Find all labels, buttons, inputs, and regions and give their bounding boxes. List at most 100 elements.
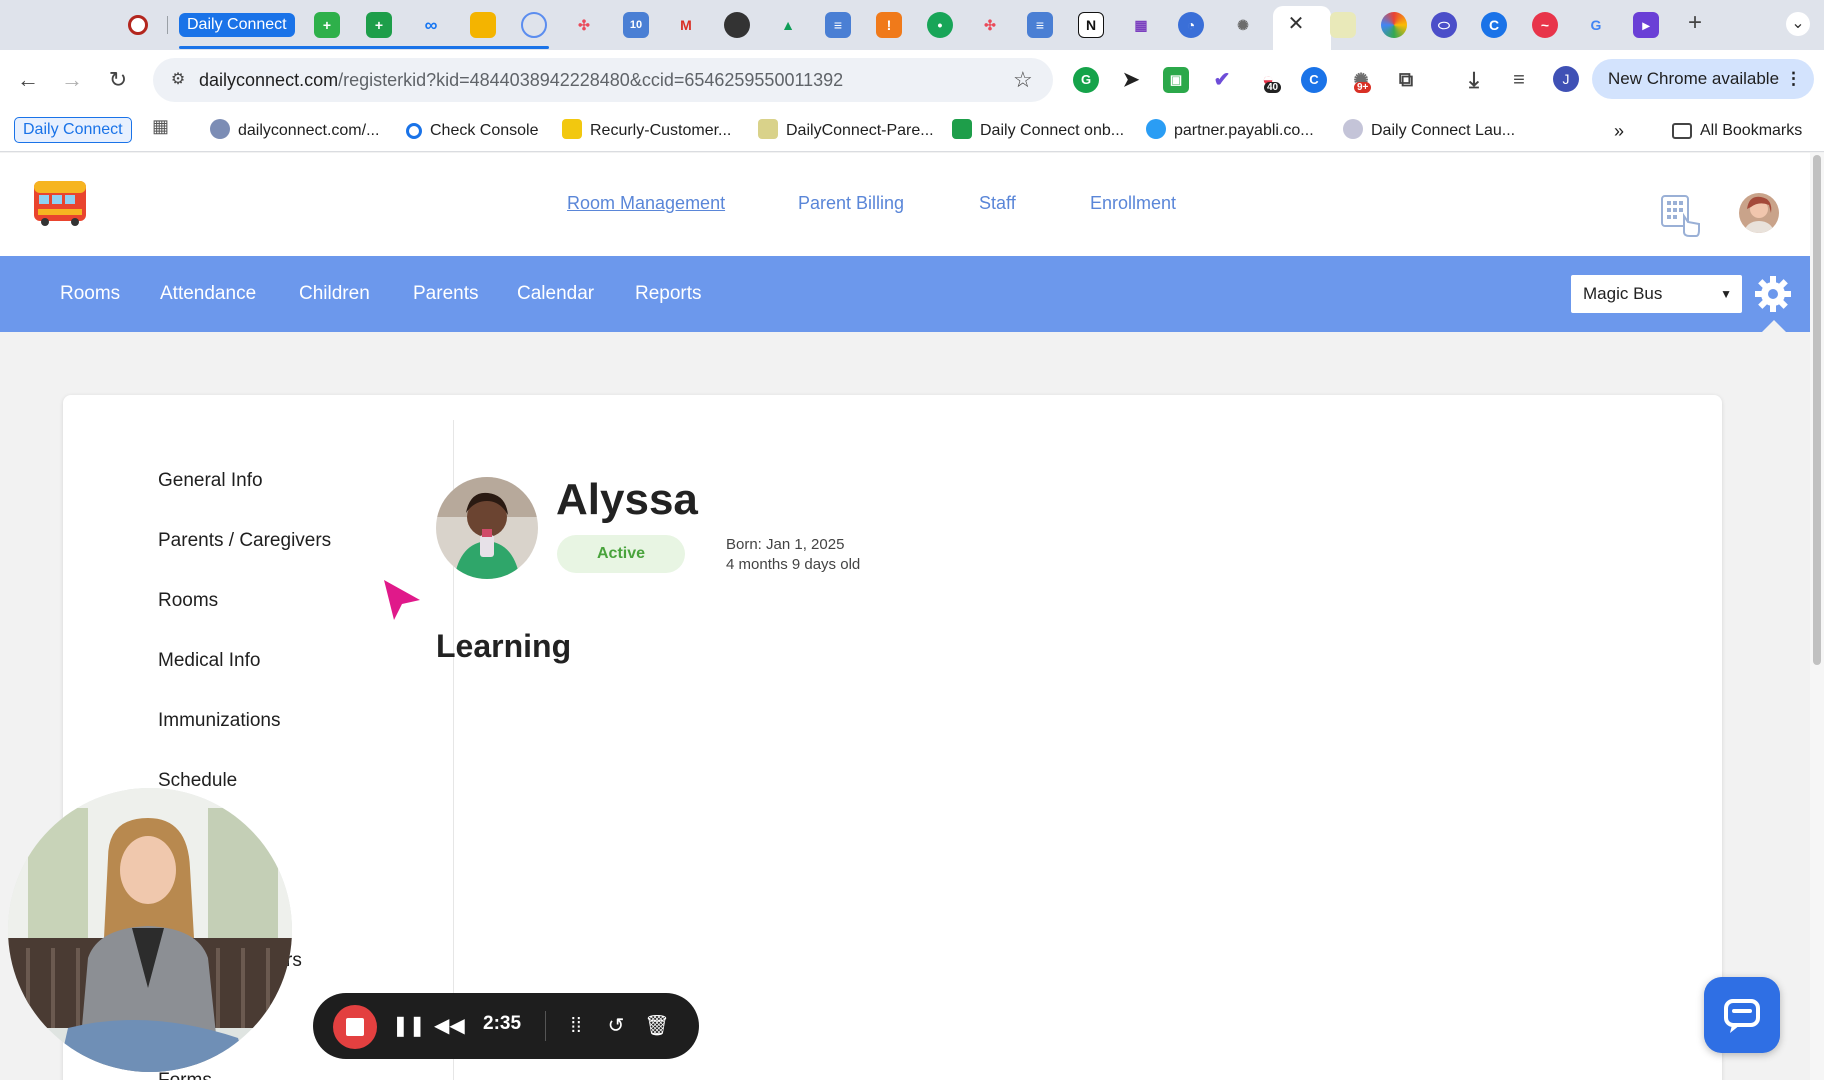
- green-extension-icon[interactable]: ▣: [1163, 67, 1189, 93]
- tab-icon-color-wheel[interactable]: [1381, 12, 1407, 38]
- tab-icon-folder[interactable]: [1330, 12, 1356, 38]
- puzzle-extensions-icon[interactable]: ⧉: [1393, 67, 1419, 93]
- menu-parents-caregivers[interactable]: Parents / Caregivers: [158, 530, 331, 552]
- program-select-value: Magic Bus: [1583, 284, 1663, 303]
- subnav-attendance[interactable]: Attendance: [160, 283, 256, 305]
- tab-daily-connect[interactable]: Daily Connect: [179, 13, 295, 37]
- tab-icon-calendar[interactable]: 10: [623, 12, 649, 38]
- download-icon[interactable]: ⤓: [1461, 67, 1487, 93]
- tab-icon-crosshair-2[interactable]: ✣: [977, 12, 1003, 38]
- more-bookmarks-icon[interactable]: »: [1614, 118, 1624, 144]
- tab-icon-video[interactable]: ▸: [1633, 12, 1659, 38]
- tab-icon-circle[interactable]: [724, 12, 750, 38]
- bookmark-label: partner.payabli.co...: [1174, 122, 1314, 139]
- subnav-rooms[interactable]: Rooms: [60, 283, 120, 305]
- subnav-children[interactable]: Children: [299, 283, 370, 305]
- tab-icon-meta[interactable]: ∞: [418, 12, 444, 38]
- tab-icon-drive[interactable]: ▲: [775, 12, 801, 38]
- address-bar[interactable]: ⚙ dailyconnect.com/registerkid?kid=48440…: [153, 58, 1053, 102]
- bookmark-star-icon[interactable]: ☆: [1013, 67, 1033, 93]
- url-text[interactable]: dailyconnect.com/registerkid?kid=4844038…: [199, 70, 843, 91]
- page-scrollbar[interactable]: [1810, 153, 1824, 1080]
- scrollbar-thumb[interactable]: [1813, 155, 1821, 665]
- bookmark-label: Daily Connect onb...: [980, 122, 1125, 139]
- sheets-icon: [952, 119, 972, 139]
- grammarly-extension-icon[interactable]: G: [1073, 67, 1099, 93]
- tab-icon-plus[interactable]: +: [314, 12, 340, 38]
- magic-bus-logo[interactable]: [30, 175, 90, 227]
- tab-icon-c-blue[interactable]: C: [1481, 12, 1507, 38]
- menu-general-info[interactable]: General Info: [158, 470, 263, 492]
- pause-icon[interactable]: ❚❚: [392, 1012, 426, 1040]
- restart-icon[interactable]: ↺: [602, 1012, 630, 1040]
- tab-search-chevron-icon[interactable]: ⌄: [1786, 12, 1810, 36]
- bookmark-label: Daily Connect Lau...: [1371, 122, 1516, 139]
- new-tab-icon[interactable]: +: [1683, 11, 1707, 36]
- nav-parent-billing[interactable]: Parent Billing: [798, 193, 904, 214]
- back-arrow-icon[interactable]: ←: [14, 66, 42, 94]
- tab-icon-globe[interactable]: [521, 12, 547, 38]
- bookmark-launch[interactable]: Daily Connect Lau...: [1343, 118, 1515, 144]
- menu-forms[interactable]: Forms: [158, 1070, 212, 1080]
- close-tab-icon[interactable]: ✕: [1284, 12, 1308, 36]
- tab-icon-google[interactable]: G: [1583, 12, 1609, 38]
- tab-icon-slides[interactable]: [470, 12, 496, 38]
- reload-icon[interactable]: ↻: [104, 66, 132, 94]
- rewind-icon[interactable]: ◀◀: [434, 1012, 465, 1040]
- program-select[interactable]: Magic Bus ▼: [1571, 275, 1742, 313]
- gear-icon[interactable]: [1753, 274, 1793, 314]
- media-controls-icon[interactable]: ≡: [1506, 67, 1532, 93]
- tab-icon-red[interactable]: ~: [1532, 12, 1558, 38]
- update-label: New Chrome available: [1608, 69, 1780, 88]
- subnav-parents[interactable]: Parents: [413, 283, 478, 305]
- payabli-icon: [1146, 119, 1166, 139]
- menu-rooms[interactable]: Rooms: [158, 590, 218, 612]
- record-tab-icon[interactable]: [128, 15, 148, 35]
- update-chrome-button[interactable]: New Chrome available ⋮: [1592, 59, 1814, 99]
- tab-icon-docs[interactable]: ≡: [825, 12, 851, 38]
- site-settings-icon[interactable]: ⚙: [167, 69, 189, 91]
- bookmark-dailyconnect-pare[interactable]: DailyConnect-Pare...: [758, 118, 934, 144]
- nav-staff[interactable]: Staff: [979, 193, 1016, 214]
- chat-support-icon[interactable]: [1704, 977, 1780, 1053]
- tab-icon-chat[interactable]: ⬭: [1431, 12, 1457, 38]
- bookmark-onboarding[interactable]: Daily Connect onb...: [952, 118, 1124, 144]
- tab-icon-sheets[interactable]: +: [366, 12, 392, 38]
- subnav-reports[interactable]: Reports: [635, 283, 702, 305]
- trash-icon[interactable]: 🗑: [643, 1012, 671, 1040]
- more-menu-icon[interactable]: ⋮: [1785, 59, 1802, 99]
- apps-grid-icon[interactable]: ▦: [152, 116, 174, 138]
- forward-arrow-icon[interactable]: →: [58, 66, 86, 94]
- child-photo[interactable]: [436, 477, 538, 579]
- bookmark-payabli[interactable]: partner.payabli.co...: [1146, 118, 1314, 144]
- tab-icon-docs-2[interactable]: ≡: [1027, 12, 1053, 38]
- draw-tool-icon[interactable]: ⁞⁞: [562, 1012, 590, 1040]
- bookmark-check-console[interactable]: Check Console: [406, 118, 539, 144]
- nav-room-management[interactable]: Room Management: [567, 193, 725, 214]
- nav-enrollment[interactable]: Enrollment: [1090, 193, 1176, 214]
- tab-icon-crosshair[interactable]: ✣: [571, 12, 597, 38]
- menu-immunizations[interactable]: Immunizations: [158, 710, 281, 732]
- kiosk-keypad-icon[interactable]: [1660, 194, 1700, 238]
- subnav-calendar[interactable]: Calendar: [517, 283, 594, 305]
- stop-recording-button[interactable]: [333, 1005, 377, 1049]
- user-avatar[interactable]: [1739, 193, 1779, 233]
- bookmark-recurly[interactable]: Recurly-Customer...: [562, 118, 731, 144]
- tab-icon-green-circle[interactable]: •: [927, 12, 953, 38]
- all-bookmarks[interactable]: All Bookmarks: [1672, 118, 1802, 144]
- tab-icon-shield[interactable]: !: [876, 12, 902, 38]
- webcam-presenter-bubble[interactable]: [8, 788, 292, 1072]
- bookmark-dailyconnect-com[interactable]: dailyconnect.com/...: [210, 118, 379, 144]
- bookmark-daily-connect[interactable]: Daily Connect: [14, 117, 132, 143]
- profile-avatar[interactable]: J: [1553, 66, 1579, 92]
- tab-icon-notion[interactable]: N: [1078, 12, 1104, 38]
- tab-icon-gmail[interactable]: M: [673, 12, 699, 38]
- check-extension-icon[interactable]: ✔: [1209, 67, 1235, 93]
- tab-icon-bus[interactable]: ✺: [1230, 12, 1256, 38]
- c-extension-icon[interactable]: C: [1301, 67, 1327, 93]
- tab-icon-qr[interactable]: ▦: [1128, 12, 1154, 38]
- cursor-extension-icon[interactable]: ➤: [1118, 67, 1144, 93]
- menu-medical-info[interactable]: Medical Info: [158, 650, 260, 672]
- bookmarks-bar: Daily Connect dailyconnect.com/... Check…: [0, 110, 1824, 152]
- tab-icon-compass[interactable]: ◔: [1178, 12, 1204, 38]
